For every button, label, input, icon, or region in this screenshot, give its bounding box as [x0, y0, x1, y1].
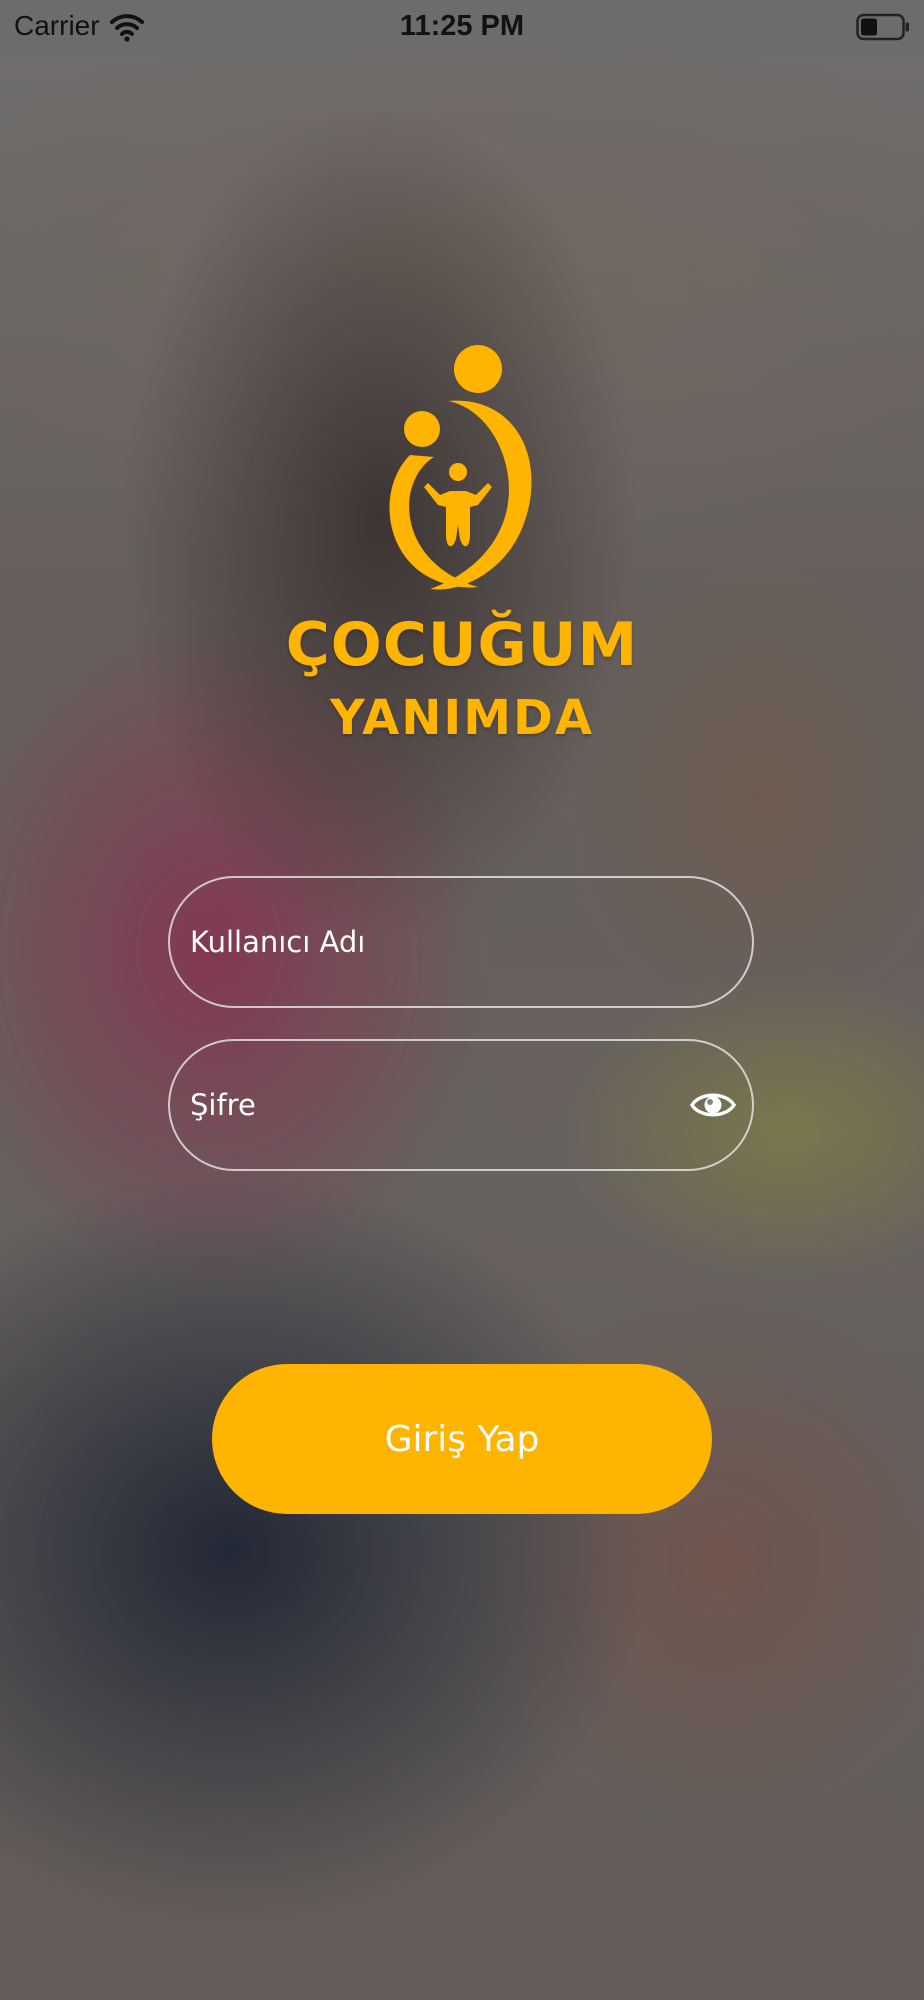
login-screen: Carrier 11:25 PM ÇOCUĞUM YANIMDA Kullanı… — [0, 0, 924, 2000]
brand-name-line1: ÇOCUĞUM — [285, 610, 639, 680]
eye-icon[interactable] — [689, 1087, 737, 1123]
status-bar: Carrier 11:25 PM — [0, 0, 924, 54]
username-field[interactable] — [168, 876, 754, 1008]
brand-name-line2: YANIMDA — [329, 690, 595, 746]
clock: 11:25 PM — [399, 10, 525, 42]
battery-icon — [856, 13, 910, 41]
password-field[interactable] — [168, 1039, 754, 1171]
password-input[interactable] — [190, 1041, 660, 1169]
username-input[interactable] — [190, 878, 660, 1006]
login-button[interactable]: Giriş Yap — [212, 1364, 712, 1514]
parent-child-logo-icon — [370, 335, 550, 597]
